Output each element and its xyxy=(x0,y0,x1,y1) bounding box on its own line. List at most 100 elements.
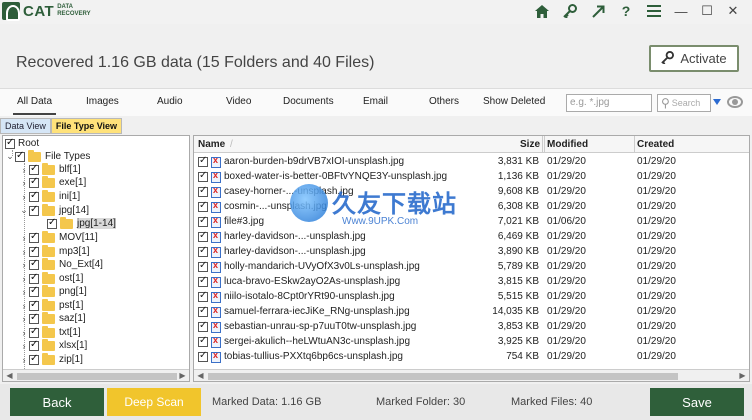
file-types-checkbox[interactable] xyxy=(15,150,25,162)
file-checkbox[interactable] xyxy=(198,170,208,182)
search-button[interactable]: ⚲ Search xyxy=(657,94,711,112)
tree-item[interactable]: ›saz[1] xyxy=(19,311,86,325)
tab-all-data[interactable]: All Data xyxy=(12,96,57,115)
tree-checkbox[interactable] xyxy=(29,312,39,324)
file-checkbox[interactable] xyxy=(198,155,208,167)
expand-icon[interactable]: › xyxy=(19,314,29,324)
tree-item[interactable]: ⌄jpg[14] xyxy=(19,203,89,217)
file-row[interactable]: boxed-water-is-better-0BFtvYNQE3Y-unspla… xyxy=(194,170,749,185)
expand-icon[interactable]: › xyxy=(19,233,29,243)
file-row[interactable]: samuel-ferrara-iecJiKe_RNg-unsplash.jpg 1… xyxy=(194,305,749,320)
file-checkbox[interactable] xyxy=(198,320,208,332)
expand-icon[interactable]: › xyxy=(19,301,29,311)
tree-item[interactable]: ›No_Ext[4] xyxy=(19,257,103,271)
file-checkbox[interactable] xyxy=(198,215,208,227)
file-checkbox[interactable] xyxy=(198,290,208,302)
menu-icon[interactable] xyxy=(640,0,668,22)
tab-email[interactable]: Email xyxy=(363,96,388,107)
tab-images[interactable]: Images xyxy=(86,96,119,107)
column-created[interactable]: Created xyxy=(637,139,674,150)
file-row[interactable]: cosmin-...-unsplash.jpg 6,308 KB 01/29/20 0… xyxy=(194,200,749,215)
expand-icon[interactable]: › xyxy=(19,165,29,175)
expand-icon[interactable]: › xyxy=(19,355,29,365)
tree-checkbox[interactable] xyxy=(29,339,39,351)
tree-checkbox[interactable] xyxy=(29,285,39,297)
back-button[interactable]: Back xyxy=(10,388,104,416)
tree-item[interactable]: ›png[1] xyxy=(19,284,87,298)
file-row[interactable]: harley-davidson-...-unsplash.jpg 3,890 KB… xyxy=(194,245,749,260)
expand-icon[interactable]: › xyxy=(19,192,29,202)
tree-checkbox[interactable] xyxy=(29,299,39,311)
file-row[interactable]: aaron-burden-b9drVB7xIOI-unsplash.jpg 3,8… xyxy=(194,155,749,170)
tree-checkbox[interactable] xyxy=(29,204,39,216)
expand-icon[interactable]: › xyxy=(19,247,29,257)
close-icon[interactable]: ✕ xyxy=(720,0,746,22)
column-name[interactable]: Name xyxy=(198,139,225,150)
tab-data-view[interactable]: Data View xyxy=(0,118,51,134)
tree-item[interactable]: ›exe[1] xyxy=(19,175,86,189)
home-icon[interactable] xyxy=(528,0,556,22)
file-row[interactable]: sebastian-unrau-sp-p7uuT0tw-unsplash.jpg… xyxy=(194,320,749,335)
tree-checkbox[interactable] xyxy=(29,231,39,243)
tab-file-type-view[interactable]: File Type View xyxy=(50,118,123,134)
tree-item[interactable]: ›blf[1] xyxy=(19,162,81,176)
file-row[interactable]: harley-davidson-...-unsplash.jpg 6,469 KB… xyxy=(194,230,749,245)
file-checkbox[interactable] xyxy=(198,335,208,347)
file-row[interactable]: tobias-tullius-PXXtq6bp6cs-unsplash.jpg 7… xyxy=(194,350,749,365)
scroll-left-icon[interactable]: ◀ xyxy=(3,370,16,381)
expand-icon[interactable]: › xyxy=(19,287,29,297)
tree-horizontal-scrollbar[interactable]: ◀ ▶ xyxy=(3,369,189,381)
tree-checkbox[interactable] xyxy=(29,258,39,270)
tree-checkbox[interactable] xyxy=(29,326,39,338)
collapse-icon[interactable]: ⌄ xyxy=(19,205,29,216)
share-icon[interactable] xyxy=(584,0,612,22)
file-row[interactable]: luca-bravo-ESkw2ayO2As-unsplash.jpg 3,815… xyxy=(194,275,749,290)
tree-checkbox[interactable] xyxy=(29,163,39,175)
scroll-left-icon[interactable]: ◀ xyxy=(194,370,207,381)
file-checkbox[interactable] xyxy=(198,230,208,242)
root-checkbox[interactable] xyxy=(5,137,15,149)
tree-checkbox[interactable] xyxy=(29,245,39,257)
tab-audio[interactable]: Audio xyxy=(157,96,183,107)
scroll-thumb[interactable] xyxy=(17,373,177,380)
file-row[interactable]: holly-mandarich-UVyOfX3v0Ls-unsplash.jpg… xyxy=(194,260,749,275)
column-modified[interactable]: Modified xyxy=(547,139,588,150)
file-row[interactable]: casey-horner-...-unsplash.jpg 9,608 KB 01/… xyxy=(194,185,749,200)
key-icon[interactable] xyxy=(556,0,584,22)
file-checkbox[interactable] xyxy=(198,245,208,257)
expand-icon[interactable]: › xyxy=(19,260,29,270)
tree-item-selected[interactable]: jpg[1-14] xyxy=(47,216,116,230)
tree-item[interactable]: ›MOV[11] xyxy=(19,230,98,244)
tree-item[interactable]: ›mp3[1] xyxy=(19,244,90,258)
file-checkbox[interactable] xyxy=(198,305,208,317)
minimize-icon[interactable]: — xyxy=(668,0,694,22)
expand-icon[interactable]: › xyxy=(19,341,29,351)
file-checkbox[interactable] xyxy=(198,185,208,197)
save-button[interactable]: Save xyxy=(650,388,744,416)
file-checkbox[interactable] xyxy=(198,275,208,287)
tree-item[interactable]: ›ini[1] xyxy=(19,189,80,203)
search-input[interactable]: e.g. *.jpg xyxy=(566,94,652,112)
tree-item[interactable]: ›pst[1] xyxy=(19,298,83,312)
tab-documents[interactable]: Documents xyxy=(283,96,334,107)
tree-checkbox[interactable] xyxy=(29,272,39,284)
file-checkbox[interactable] xyxy=(198,350,208,362)
file-row[interactable]: niilo-isotalo-8Cpt0rYRt90-unsplash.jpg 5,… xyxy=(194,290,749,305)
expand-icon[interactable]: › xyxy=(19,274,29,284)
tree-root[interactable]: Root xyxy=(5,137,39,150)
file-list-horizontal-scrollbar[interactable]: ◀ ▶ xyxy=(194,369,749,381)
tree-item[interactable]: ›txt[1] xyxy=(19,325,81,339)
tree-item[interactable]: ›zip[1] xyxy=(19,352,83,366)
deep-scan-button[interactable]: Deep Scan xyxy=(107,388,201,416)
eye-icon[interactable] xyxy=(727,96,743,108)
tab-video[interactable]: Video xyxy=(226,96,251,107)
tree-checkbox[interactable] xyxy=(29,353,39,365)
tab-show-deleted[interactable]: Show Deleted xyxy=(483,96,545,107)
tree-item[interactable]: ›ost[1] xyxy=(19,271,83,285)
file-checkbox[interactable] xyxy=(198,260,208,272)
expand-icon[interactable]: › xyxy=(19,328,29,338)
column-size[interactable]: Size xyxy=(520,139,540,150)
tree-checkbox[interactable] xyxy=(29,190,39,202)
collapse-icon[interactable]: ⌄ xyxy=(5,151,15,162)
tree-checkbox[interactable] xyxy=(29,176,39,188)
